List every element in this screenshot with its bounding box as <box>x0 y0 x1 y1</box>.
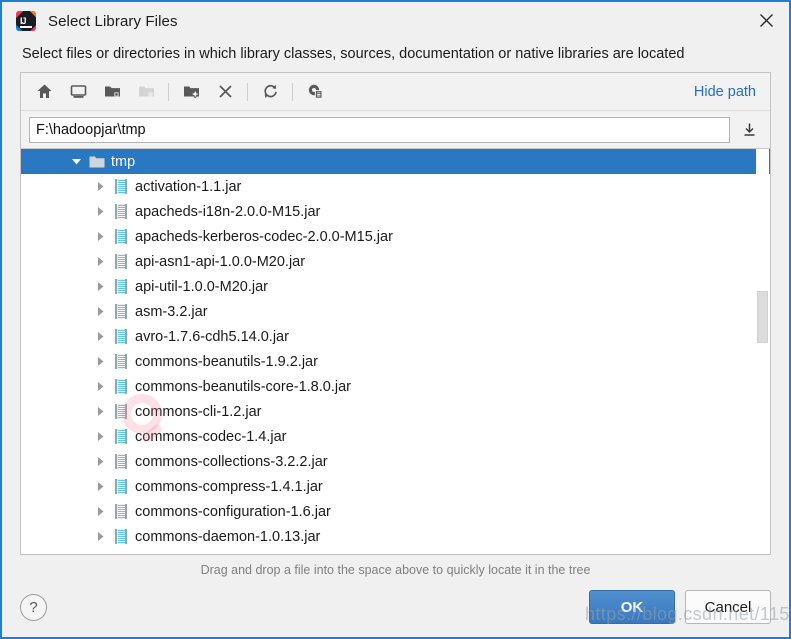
hide-path-link[interactable]: Hide path <box>694 84 756 100</box>
tree-row-label: apacheds-kerberos-codec-2.0.0-M15.jar <box>135 228 393 245</box>
tree-row[interactable]: commons-daemon-1.0.13.jar <box>21 524 770 549</box>
ok-button[interactable]: OK <box>589 590 675 624</box>
chevron-right-icon[interactable] <box>89 174 111 199</box>
jar-icon <box>111 424 131 449</box>
vertical-scrollbar[interactable] <box>756 149 769 554</box>
select-library-files-dialog: IJ Select Library Files Select files or … <box>0 0 791 639</box>
tree-row[interactable]: commons-configuration-1.6.jar <box>21 499 770 524</box>
tree-row[interactable]: commons-beanutils-1.9.2.jar <box>21 349 770 374</box>
chevron-right-icon[interactable] <box>89 524 111 549</box>
file-tree-scroll-area[interactable]: tmp activation-1.1.jar apacheds-i18n-2.0.0… <box>21 149 770 554</box>
file-tree: tmp activation-1.1.jar apacheds-i18n-2.0.0… <box>21 149 770 549</box>
path-dropdown-icon[interactable] <box>736 117 762 143</box>
chevron-right-icon[interactable] <box>89 224 111 249</box>
jar-icon <box>111 524 131 549</box>
tree-row[interactable]: avro-1.7.6-cdh5.14.0.jar <box>21 324 770 349</box>
path-input[interactable] <box>29 116 730 143</box>
tree-row-label: apacheds-i18n-2.0.0-M15.jar <box>135 203 321 220</box>
file-chooser-toolbar: Hide path <box>21 73 770 111</box>
toolbar-separator <box>247 82 248 101</box>
tree-row[interactable]: commons-cli-1.2.jar <box>21 399 770 424</box>
tree-row-label: asm-3.2.jar <box>135 303 208 320</box>
jar-icon <box>111 399 131 424</box>
jar-icon <box>111 349 131 374</box>
chevron-right-icon[interactable] <box>89 499 111 524</box>
chevron-right-icon[interactable] <box>89 274 111 299</box>
jar-icon <box>111 299 131 324</box>
jar-icon <box>111 449 131 474</box>
tree-row-label: commons-configuration-1.6.jar <box>135 503 331 520</box>
help-button[interactable]: ? <box>20 593 47 621</box>
chevron-right-icon[interactable] <box>89 249 111 274</box>
close-icon[interactable] <box>743 2 789 38</box>
dialog-button-bar: ? OK Cancel <box>2 577 789 637</box>
tree-row[interactable]: commons-codec-1.4.jar <box>21 424 770 449</box>
chevron-right-icon[interactable] <box>89 424 111 449</box>
drag-drop-hint: Drag and drop a file into the space abov… <box>200 563 591 577</box>
toolbar-separator <box>168 82 169 101</box>
chevron-right-icon[interactable] <box>89 299 111 324</box>
new-folder-icon[interactable] <box>176 78 206 106</box>
show-hidden-files-icon[interactable] <box>300 78 330 106</box>
chevron-right-icon[interactable] <box>89 399 111 424</box>
chevron-right-icon[interactable] <box>89 199 111 224</box>
tree-row-label: commons-daemon-1.0.13.jar <box>135 528 321 545</box>
intellij-idea-icon: IJ <box>16 11 36 31</box>
delete-icon[interactable] <box>210 78 240 106</box>
jar-icon <box>111 174 131 199</box>
tree-row-root[interactable]: tmp <box>21 149 770 174</box>
scrollbar-thumb[interactable] <box>757 291 768 343</box>
tree-row-label: commons-codec-1.4.jar <box>135 428 287 445</box>
tree-row[interactable]: commons-collections-3.2.2.jar <box>21 449 770 474</box>
file-chooser-panel: Hide path tmp activation-1.1.jar apacheds-… <box>20 72 771 555</box>
chevron-right-icon[interactable] <box>89 374 111 399</box>
tree-row-label: activation-1.1.jar <box>135 178 242 195</box>
module-folder-icon <box>131 78 161 106</box>
chevron-down-icon[interactable] <box>65 149 87 174</box>
tree-row[interactable]: activation-1.1.jar <box>21 174 770 199</box>
tree-row-label: api-util-1.0.0-M20.jar <box>135 278 268 295</box>
tree-row-label: commons-cli-1.2.jar <box>135 403 262 420</box>
refresh-icon[interactable] <box>255 78 285 106</box>
tree-row[interactable]: commons-beanutils-core-1.8.0.jar <box>21 374 770 399</box>
desktop-icon[interactable] <box>63 78 93 106</box>
chevron-right-icon[interactable] <box>89 324 111 349</box>
tree-row-label: commons-collections-3.2.2.jar <box>135 453 328 470</box>
dialog-actions: OK Cancel <box>589 590 771 624</box>
home-icon[interactable] <box>29 78 59 106</box>
title-bar: IJ Select Library Files <box>2 2 789 40</box>
tree-row[interactable]: api-util-1.0.0-M20.jar <box>21 274 770 299</box>
tree-row-label: commons-beanutils-core-1.8.0.jar <box>135 378 351 395</box>
path-row <box>21 111 770 149</box>
jar-icon <box>111 374 131 399</box>
jar-icon <box>111 324 131 349</box>
cancel-button[interactable]: Cancel <box>685 590 771 624</box>
toolbar-separator <box>292 82 293 101</box>
tree-row-label: tmp <box>111 153 136 170</box>
folder-icon <box>87 149 107 174</box>
jar-icon <box>111 224 131 249</box>
jar-icon <box>111 474 131 499</box>
tree-row-label: commons-compress-1.4.1.jar <box>135 478 323 495</box>
chevron-right-icon[interactable] <box>89 474 111 499</box>
jar-icon <box>111 249 131 274</box>
chevron-right-icon[interactable] <box>89 449 111 474</box>
dialog-description: Select files or directories in which lib… <box>22 46 685 62</box>
chevron-right-icon[interactable] <box>89 349 111 374</box>
tree-row[interactable]: asm-3.2.jar <box>21 299 770 324</box>
tree-row[interactable]: apacheds-kerberos-codec-2.0.0-M15.jar <box>21 224 770 249</box>
jar-icon <box>111 499 131 524</box>
tree-row[interactable]: apacheds-i18n-2.0.0-M15.jar <box>21 199 770 224</box>
project-folder-icon[interactable] <box>97 78 127 106</box>
jar-icon <box>111 199 131 224</box>
tree-row-label: api-asn1-api-1.0.0-M20.jar <box>135 253 306 270</box>
tree-row-label: avro-1.7.6-cdh5.14.0.jar <box>135 328 289 345</box>
window-title: Select Library Files <box>48 12 178 30</box>
ij-logo-bar <box>20 26 32 28</box>
tree-row[interactable]: commons-compress-1.4.1.jar <box>21 474 770 499</box>
tree-row[interactable]: api-asn1-api-1.0.0-M20.jar <box>21 249 770 274</box>
jar-icon <box>111 274 131 299</box>
tree-row-label: commons-beanutils-1.9.2.jar <box>135 353 318 370</box>
